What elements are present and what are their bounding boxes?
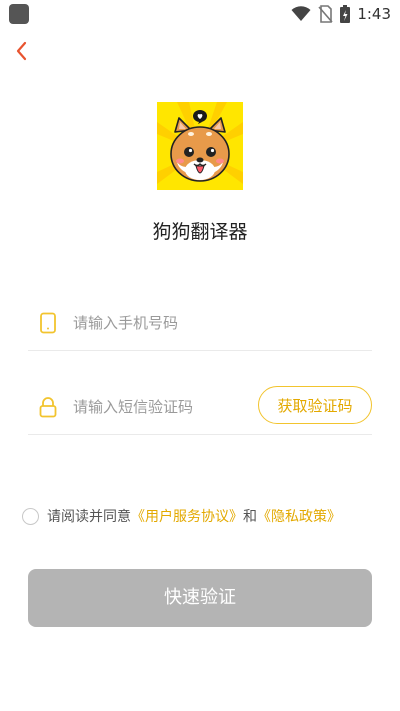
- phone-field-row: [28, 296, 372, 351]
- wifi-icon: [291, 6, 311, 22]
- notification-app-icon: [9, 4, 29, 24]
- no-sim-icon: [317, 5, 333, 23]
- agree-checkbox[interactable]: [22, 507, 39, 525]
- get-code-button[interactable]: 获取验证码: [258, 386, 372, 424]
- app-logo: [157, 102, 243, 190]
- code-field-row: 获取验证码: [28, 380, 372, 435]
- back-button[interactable]: [10, 38, 36, 64]
- quick-verify-button[interactable]: 快速验证: [28, 569, 372, 627]
- phone-input[interactable]: [73, 308, 263, 338]
- agreement-row: 请阅读并同意 《用户服务协议》 和 《隐私政策》: [22, 505, 392, 527]
- privacy-policy-link[interactable]: 《隐私政策》: [257, 506, 341, 526]
- shiba-dog-face-icon: [157, 102, 243, 190]
- user-agreement-link[interactable]: 《用户服务协议》: [131, 506, 243, 526]
- status-time: 1:43: [357, 5, 391, 23]
- battery-charging-icon: [339, 4, 351, 24]
- app-name: 狗狗翻译器: [152, 221, 248, 243]
- lock-icon: [38, 396, 58, 418]
- agreement-conjunction: 和: [243, 509, 257, 525]
- status-indicators: 1:43: [291, 3, 391, 25]
- agreement-prefix: 请阅读并同意: [47, 509, 131, 525]
- chevron-left-icon: [16, 41, 27, 61]
- mobile-phone-icon: [38, 312, 58, 334]
- status-bar: 1:43: [0, 0, 400, 28]
- sms-code-input[interactable]: [73, 392, 263, 422]
